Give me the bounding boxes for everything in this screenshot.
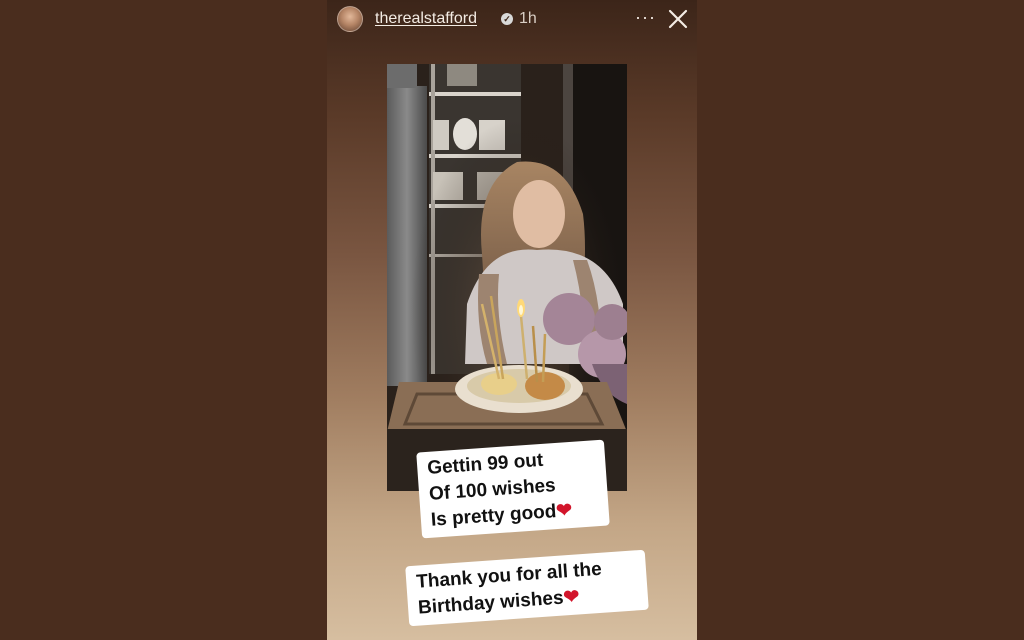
post-time: 1h (519, 10, 537, 27)
story-viewer[interactable]: therealstafford ✓ 1h ··· Gettin 99 out O… (327, 0, 697, 640)
profile-avatar[interactable] (337, 6, 363, 32)
verified-badge-icon: ✓ (501, 13, 513, 25)
heart-icon: ❤ (555, 499, 573, 523)
story-photo (387, 64, 627, 491)
story-header: therealstafford ✓ 1h ··· (327, 0, 697, 38)
username-link[interactable]: therealstafford (375, 10, 477, 28)
more-options-icon[interactable]: ··· (635, 7, 656, 28)
caption-sticker-wishes: Gettin 99 out Of 100 wishes Is pretty go… (416, 439, 610, 539)
heart-icon: ❤ (562, 586, 581, 609)
close-icon[interactable] (667, 8, 689, 30)
caption-sticker-thanks: Thank you for all the Birthday wishes❤ (405, 549, 649, 627)
